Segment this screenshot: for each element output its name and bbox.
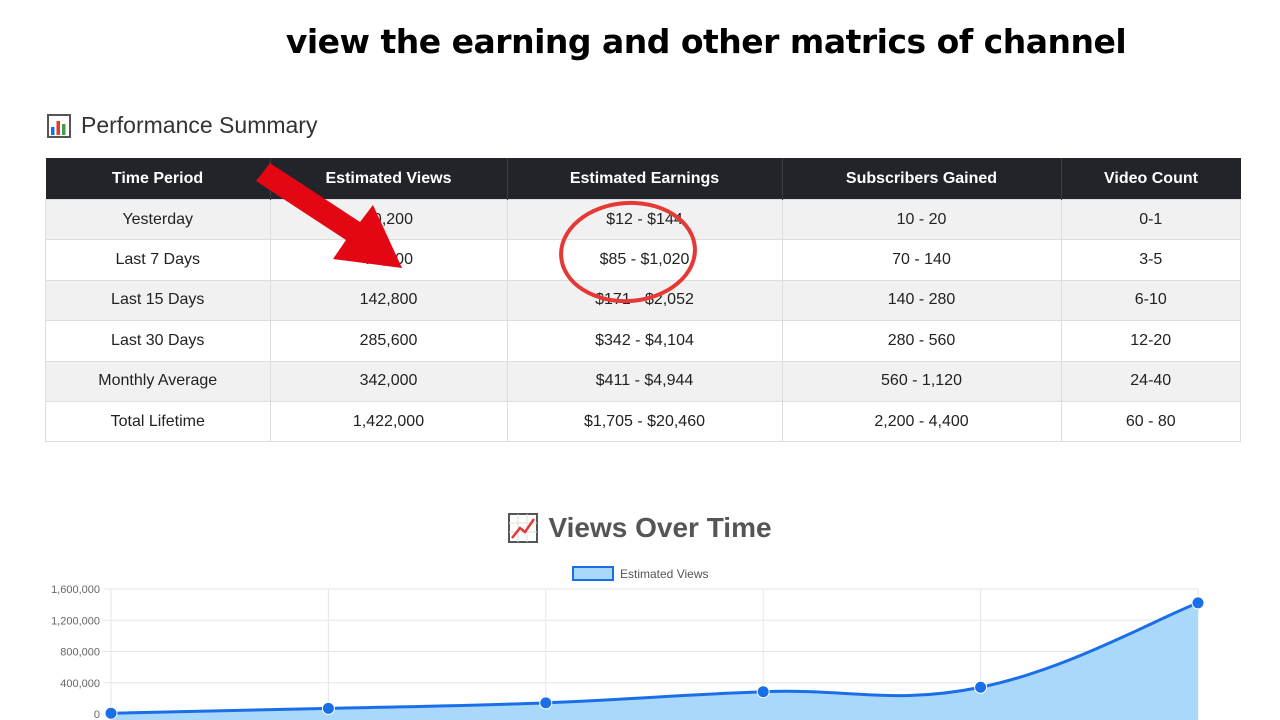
data-point <box>974 680 988 694</box>
cell-time-period: Last 7 Days <box>45 239 271 281</box>
column-header-time-period: Time Period <box>45 158 271 200</box>
cell-time-period: Last 15 Days <box>45 279 271 322</box>
views-over-time-chart: 1,600,000 1,200,000 800,000 400,000 0 <box>51 584 1205 720</box>
cell-video-count: 0-1 <box>1060 198 1241 241</box>
cell-estimated-views: 10,200 <box>269 198 508 241</box>
cell-estimated-earnings: $171 - $2,052 <box>506 279 783 322</box>
performance-summary-heading: Performance Summary <box>47 112 317 139</box>
column-header-estimated-earnings: Estimated Earnings <box>507 158 783 200</box>
y-tick-label: 800,000 <box>60 647 100 659</box>
cell-time-period: Last 30 Days <box>45 320 271 362</box>
table-row: Total Lifetime 1,422,000 $1,705 - $20,46… <box>45 400 1241 443</box>
column-header-subscribers-gained: Subscribers Gained <box>782 158 1062 200</box>
y-tick-label: 1,200,000 <box>51 615 100 627</box>
column-header-estimated-views: Estimated Views <box>270 158 508 200</box>
data-point <box>539 696 553 710</box>
table-header-row: Time Period Estimated Views Estimated Ea… <box>45 158 1241 200</box>
banner: view the earning and other matrics of ch… <box>0 22 1280 61</box>
banner-text: view the earning and other matrics of ch… <box>285 22 1127 61</box>
data-point <box>321 701 335 715</box>
bar-chart-icon <box>47 113 71 138</box>
cell-estimated-earnings: $411 - $4,944 <box>506 360 783 402</box>
y-tick-label: 1,600,000 <box>51 584 100 596</box>
cell-video-count: 24-40 <box>1060 360 1241 402</box>
cell-estimated-views: 142,800 <box>269 279 508 322</box>
cell-video-count: 12-20 <box>1060 320 1241 362</box>
chart-title: Views Over Time <box>548 512 772 543</box>
y-tick-label: 0 <box>94 709 100 720</box>
legend-swatch <box>572 566 614 581</box>
cell-estimated-earnings: $12 - $144 <box>506 198 783 241</box>
table-row: Last 7 Days 71,400 $85 - $1,020 70 - 140… <box>45 239 1241 281</box>
line-chart-icon <box>508 513 539 543</box>
cell-subscribers-gained: 10 - 20 <box>781 198 1062 241</box>
cell-estimated-views: 342,000 <box>269 360 508 402</box>
cell-subscribers-gained: 2,200 - 4,400 <box>781 400 1062 443</box>
cell-estimated-views: 71,400 <box>269 239 508 281</box>
data-point <box>104 706 118 720</box>
data-point <box>1191 596 1205 610</box>
cell-video-count: 3-5 <box>1060 239 1241 281</box>
cell-video-count: 60 - 80 <box>1060 400 1241 443</box>
cell-subscribers-gained: 560 - 1,120 <box>781 360 1062 402</box>
cell-subscribers-gained: 140 - 280 <box>781 279 1062 322</box>
cell-time-period: Monthly Average <box>45 360 271 402</box>
cell-video-count: 6-10 <box>1060 279 1241 322</box>
cell-time-period: Yesterday <box>45 198 271 241</box>
section-title: Performance Summary <box>81 112 318 138</box>
cell-estimated-earnings: $1,705 - $20,460 <box>506 400 783 443</box>
cell-estimated-earnings: $342 - $4,104 <box>506 320 783 362</box>
table-row: Yesterday 10,200 $12 - $144 10 - 20 0-1 <box>45 198 1241 241</box>
table-row: Monthly Average 342,000 $411 - $4,944 56… <box>45 360 1241 402</box>
cell-estimated-earnings: $85 - $1,020 <box>506 239 783 281</box>
y-tick-label: 400,000 <box>60 678 100 690</box>
data-point <box>756 685 770 699</box>
performance-table: Time Period Estimated Views Estimated Ea… <box>45 158 1241 443</box>
legend-label: Estimated Views <box>620 566 709 581</box>
cell-estimated-views: 1,422,000 <box>269 400 508 443</box>
cell-subscribers-gained: 70 - 140 <box>781 239 1062 281</box>
cell-subscribers-gained: 280 - 560 <box>781 320 1062 362</box>
cell-time-period: Total Lifetime <box>45 400 271 443</box>
table-row: Last 30 Days 285,600 $342 - $4,104 280 -… <box>45 320 1241 362</box>
chart-legend[interactable]: Estimated Views <box>572 566 708 581</box>
chart-heading: Views Over Time <box>0 512 1280 544</box>
column-header-video-count: Video Count <box>1061 158 1241 200</box>
table-row: Last 15 Days 142,800 $171 - $2,052 140 -… <box>45 279 1241 322</box>
cell-estimated-views: 285,600 <box>269 320 508 362</box>
